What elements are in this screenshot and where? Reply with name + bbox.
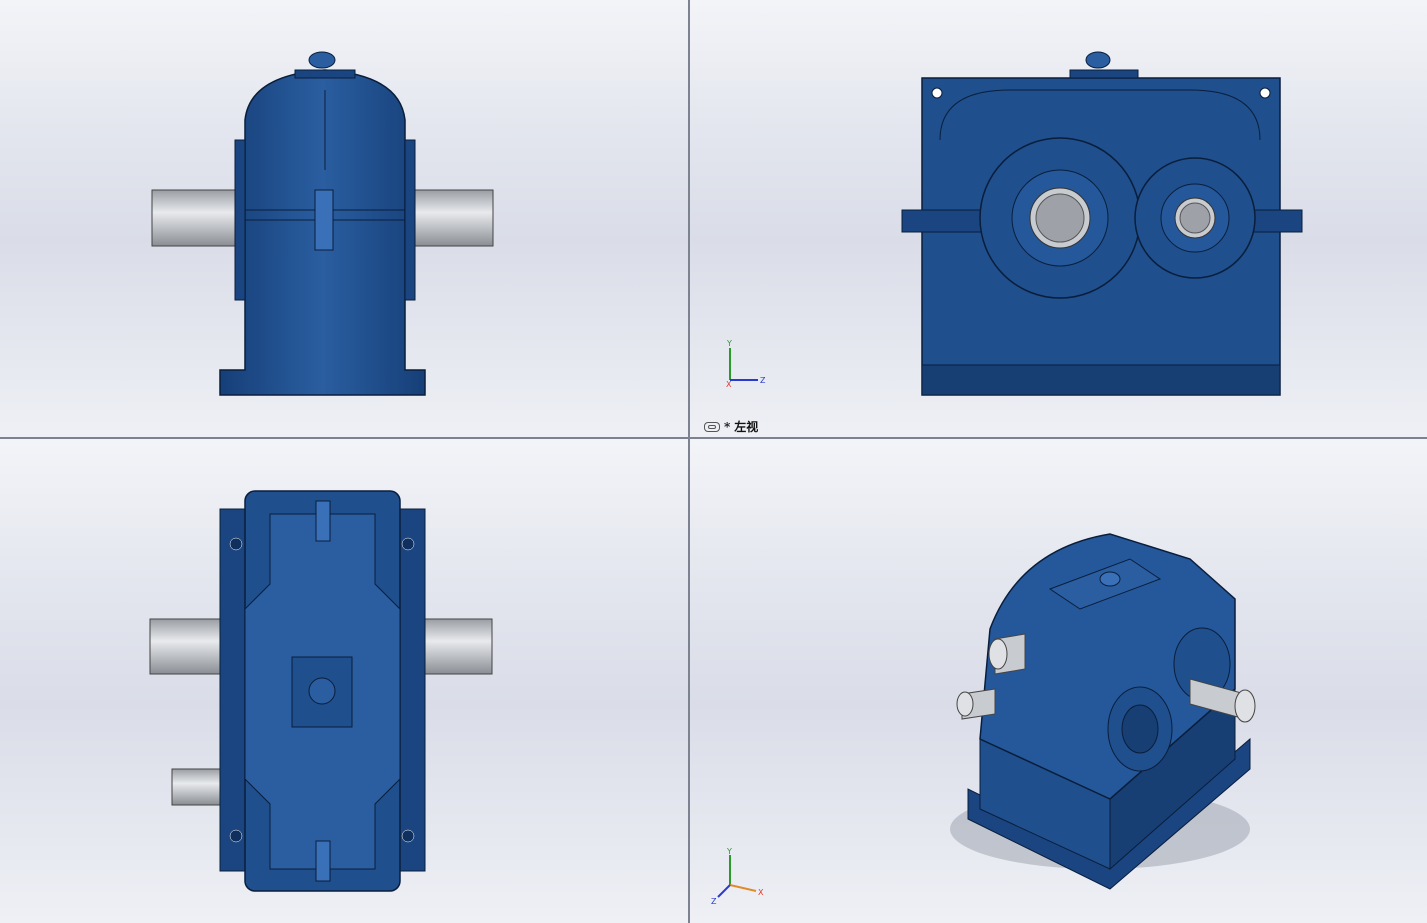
viewport-front[interactable] bbox=[0, 0, 688, 437]
view-name-text: 左视 bbox=[734, 420, 759, 434]
gearbox-front-view bbox=[151, 51, 494, 396]
triad-y-label: Y bbox=[726, 339, 732, 348]
viewport-vertical-splitter[interactable] bbox=[688, 0, 690, 923]
gearbox-left-view bbox=[901, 51, 1303, 396]
triad-z-label: Z bbox=[760, 376, 766, 385]
view-name-label: * 左视 bbox=[704, 418, 758, 435]
viewport-top[interactable] bbox=[0, 439, 688, 923]
triad-iso-y-label: Y bbox=[726, 847, 732, 856]
triad-x-label: X bbox=[726, 380, 732, 388]
link-icon bbox=[704, 421, 720, 432]
view-modified-mark: * bbox=[724, 419, 731, 434]
coordinate-triad-iso: Y X Z bbox=[711, 847, 764, 906]
viewport-isometric[interactable]: Y X Z bbox=[690, 439, 1427, 923]
triad-iso-z-label: Z bbox=[711, 897, 717, 906]
triad-iso-x-label: X bbox=[758, 888, 764, 897]
gearbox-top-view bbox=[149, 490, 493, 892]
gearbox-isometric-view bbox=[950, 533, 1256, 890]
viewport-left[interactable]: Y Z X * 左视 bbox=[690, 0, 1427, 437]
viewport-horizontal-splitter[interactable] bbox=[0, 437, 1427, 439]
coordinate-triad: Y Z X bbox=[726, 339, 766, 388]
